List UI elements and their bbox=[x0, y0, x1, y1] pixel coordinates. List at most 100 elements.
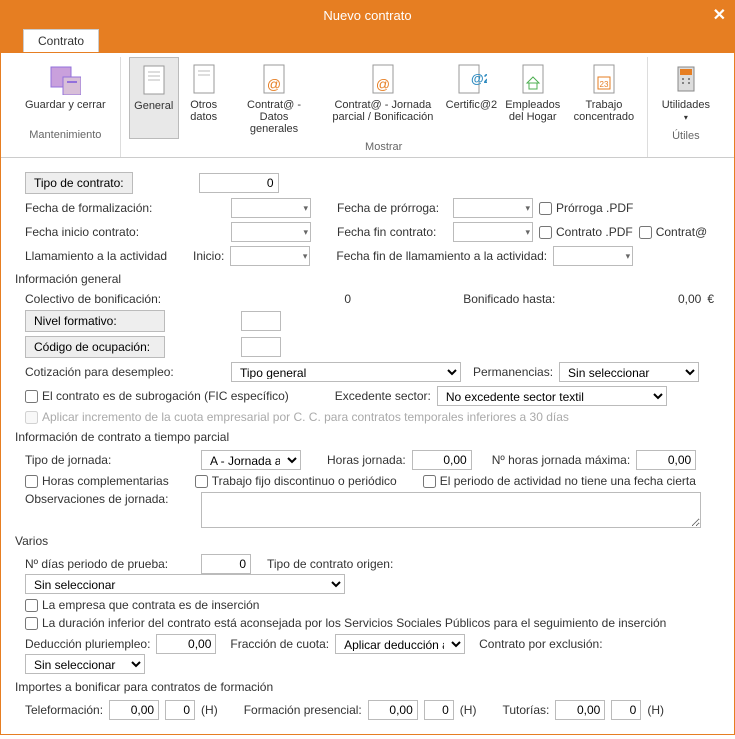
certific-icon: @2 bbox=[453, 61, 489, 97]
section-varios: Varios bbox=[15, 534, 720, 548]
formacion-hours-input[interactable] bbox=[424, 700, 454, 720]
prorroga-pdf-checkbox[interactable] bbox=[539, 202, 552, 215]
h-label: (H) bbox=[201, 703, 218, 717]
teleformacion-amount-input[interactable] bbox=[109, 700, 159, 720]
contrato-exclusion-select[interactable]: Sin seleccionar bbox=[25, 654, 145, 674]
contrata-jornada-button[interactable]: @ Contrat@ - Jornada parcial / Bonificac… bbox=[319, 57, 446, 139]
close-icon[interactable]: ✕ bbox=[713, 5, 726, 25]
chevron-down-icon: ▾ bbox=[303, 227, 308, 238]
observaciones-label: Observaciones de jornada: bbox=[25, 492, 195, 506]
utilidades-button[interactable]: Utilidades▾ bbox=[656, 57, 716, 128]
empleados-hogar-button[interactable]: Empleados del Hogar bbox=[496, 57, 569, 139]
contrata-checkbox[interactable] bbox=[639, 226, 652, 239]
window-title: Nuevo contrato bbox=[323, 8, 411, 23]
fecha-inicio-input[interactable]: ▾ bbox=[231, 222, 311, 242]
deduccion-label: Deducción pluriempleo: bbox=[25, 637, 150, 651]
fecha-prorroga-input[interactable]: ▾ bbox=[453, 198, 533, 218]
cotizacion-label: Cotización para desempleo: bbox=[25, 365, 225, 379]
group-utiles: Útiles bbox=[672, 128, 700, 146]
excedente-select[interactable]: No excedente sector textil bbox=[437, 386, 667, 406]
fecha-fin-label: Fecha fin contrato: bbox=[337, 225, 447, 239]
observaciones-textarea[interactable] bbox=[201, 492, 701, 528]
llamamiento-label: Llamamiento a la actividad bbox=[25, 249, 175, 263]
fecha-prorroga-label: Fecha de prórroga: bbox=[337, 201, 447, 215]
house-icon bbox=[515, 61, 551, 97]
permanencias-label: Permanencias: bbox=[473, 365, 553, 379]
deduccion-input[interactable] bbox=[156, 634, 216, 654]
svg-text:@: @ bbox=[376, 76, 390, 92]
tipo-origen-label: Tipo de contrato origen: bbox=[267, 557, 393, 571]
tutorias-hours-input[interactable] bbox=[611, 700, 641, 720]
tutorias-amount-input[interactable] bbox=[555, 700, 605, 720]
fecha-formalizacion-label: Fecha de formalización: bbox=[25, 201, 175, 215]
tipo-contrato-input[interactable] bbox=[199, 173, 279, 193]
horas-jornada-input[interactable] bbox=[412, 450, 472, 470]
section-info-general: Información general bbox=[15, 272, 720, 286]
ribbon-tabs: Contrato bbox=[1, 29, 734, 53]
fecha-fin-llam-label: Fecha fin de llamamiento a la actividad: bbox=[336, 249, 547, 263]
inicio-input[interactable]: ▾ bbox=[230, 246, 310, 266]
cotizacion-select[interactable]: Tipo general bbox=[231, 362, 461, 382]
title-bar: Nuevo contrato ✕ bbox=[1, 1, 734, 29]
svg-text:23: 23 bbox=[599, 80, 608, 89]
horas-jornada-label: Horas jornada: bbox=[327, 453, 406, 467]
empresa-insercion-checkbox[interactable] bbox=[25, 599, 38, 612]
bonificado-value: 0,00 bbox=[621, 292, 701, 306]
chevron-down-icon: ▾ bbox=[525, 227, 530, 238]
fraccion-select[interactable]: Aplicar deducción a bbox=[335, 634, 465, 654]
group-mostrar: Mostrar bbox=[365, 139, 402, 157]
h-label: (H) bbox=[460, 703, 477, 717]
excedente-label: Excedente sector: bbox=[335, 389, 431, 403]
document-at-icon: @ bbox=[256, 61, 292, 97]
general-button[interactable]: General bbox=[129, 57, 179, 139]
aplicar-incremento-checkbox bbox=[25, 411, 38, 424]
trabajo-concentrado-button[interactable]: 23 Trabajo concentrado bbox=[569, 57, 639, 139]
section-tiempo-parcial: Información de contrato a tiempo parcial bbox=[15, 430, 720, 444]
otros-datos-button[interactable]: Otros datos bbox=[179, 57, 229, 139]
chevron-down-icon: ▾ bbox=[303, 251, 308, 262]
svg-text:@: @ bbox=[267, 76, 281, 92]
chevron-down-icon: ▾ bbox=[626, 251, 631, 262]
contrato-pdf-checkbox[interactable] bbox=[539, 226, 552, 239]
tipo-origen-select[interactable]: Sin seleccionar bbox=[25, 574, 345, 594]
euro-label: € bbox=[707, 292, 714, 306]
teleformacion-label: Teleformación: bbox=[25, 703, 103, 717]
chevron-down-icon: ▾ bbox=[303, 203, 308, 214]
svg-text:@2: @2 bbox=[471, 71, 487, 86]
fecha-fin-llam-input[interactable]: ▾ bbox=[553, 246, 633, 266]
colectivo-label: Colectivo de bonificación: bbox=[25, 292, 175, 306]
contrato-exclusion-label: Contrato por exclusión: bbox=[479, 637, 602, 651]
fecha-fin-input[interactable]: ▾ bbox=[453, 222, 533, 242]
colectivo-value: 0 bbox=[231, 292, 351, 306]
tipo-jornada-label: Tipo de jornada: bbox=[25, 453, 195, 467]
teleformacion-hours-input[interactable] bbox=[165, 700, 195, 720]
calendar-icon: 23 bbox=[586, 61, 622, 97]
n-horas-max-input[interactable] bbox=[636, 450, 696, 470]
h-label: (H) bbox=[647, 703, 664, 717]
horas-complementarias-checkbox[interactable] bbox=[25, 475, 38, 488]
subrogacion-checkbox[interactable] bbox=[25, 390, 38, 403]
contrata-datos-button[interactable]: @ Contrat@ - Datos generales bbox=[229, 57, 320, 139]
chevron-down-icon: ▾ bbox=[525, 203, 530, 214]
fraccion-label: Fracción de cuota: bbox=[230, 637, 329, 651]
chevron-down-icon: ▾ bbox=[684, 113, 688, 122]
codigo-ocupacion-input[interactable] bbox=[241, 337, 281, 357]
tipo-contrato-button[interactable]: Tipo de contrato: bbox=[25, 172, 133, 194]
nivel-formativo-input[interactable] bbox=[241, 311, 281, 331]
formacion-amount-input[interactable] bbox=[368, 700, 418, 720]
codigo-ocupacion-button[interactable]: Código de ocupación: bbox=[25, 336, 165, 358]
save-close-button[interactable]: Guardar y cerrar bbox=[19, 57, 112, 127]
duracion-inferior-checkbox[interactable] bbox=[25, 617, 38, 630]
tab-contrato[interactable]: Contrato bbox=[23, 29, 99, 52]
certific-button[interactable]: @2 Certific@2 bbox=[446, 57, 496, 139]
document-at-icon: @ bbox=[365, 61, 401, 97]
tipo-jornada-select[interactable]: A - Jornada al bbox=[201, 450, 301, 470]
permanencias-select[interactable]: Sin seleccionar bbox=[559, 362, 699, 382]
trabajo-fijo-checkbox[interactable] bbox=[195, 475, 208, 488]
formacion-presencial-label: Formación presencial: bbox=[244, 703, 362, 717]
periodo-actividad-checkbox[interactable] bbox=[423, 475, 436, 488]
n-horas-max-label: Nº horas jornada máxima: bbox=[492, 453, 630, 467]
nivel-formativo-button[interactable]: Nivel formativo: bbox=[25, 310, 165, 332]
n-dias-input[interactable] bbox=[201, 554, 251, 574]
fecha-formalizacion-input[interactable]: ▾ bbox=[231, 198, 311, 218]
